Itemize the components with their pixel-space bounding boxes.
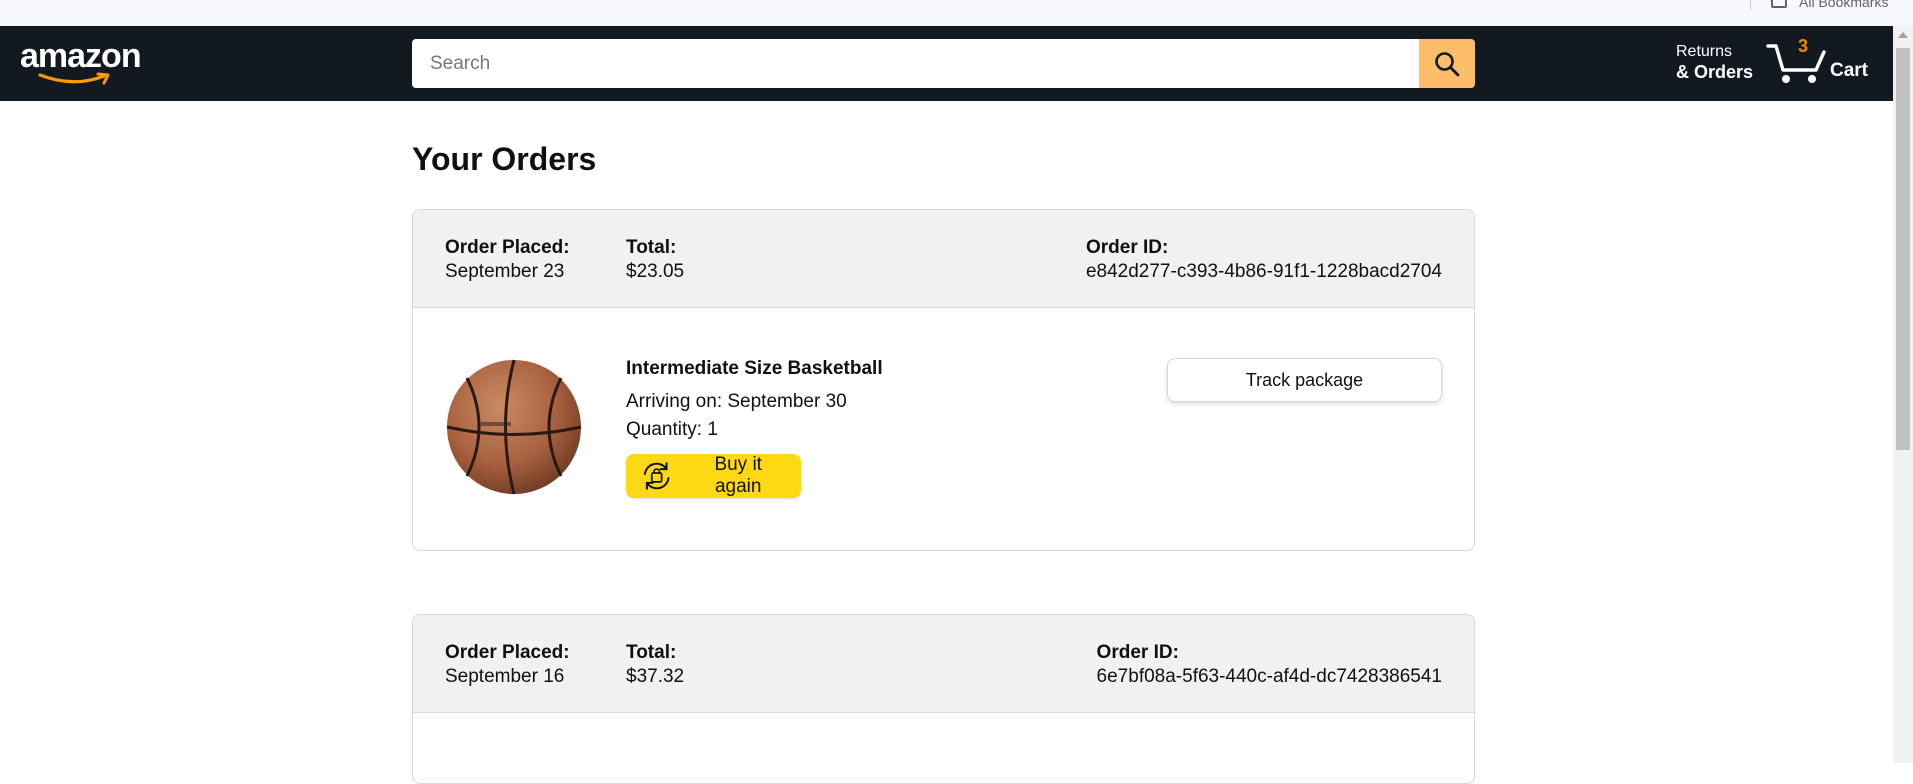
order-id-label: Order ID:: [1085, 237, 1169, 258]
order-placed-date: September 16: [445, 666, 565, 687]
order-header: Order Placed: September 23 Total: $23.05…: [413, 210, 1474, 308]
order-placed: Order Placed: September 16: [445, 641, 570, 689]
order-placed: Order Placed: September 23: [445, 236, 570, 284]
order-total-label: Total:: [626, 642, 677, 663]
order-header: Order Placed: September 16 Total: $37.32…: [413, 615, 1474, 713]
order-id: Order ID: e842d277-c393-4b86-91f1-1228ba…: [1086, 236, 1442, 284]
page-scrollbar[interactable]: [1893, 26, 1913, 763]
quantity: Quantity: 1: [626, 419, 718, 440]
order-card: Order Placed: September 23 Total: $23.05…: [412, 209, 1475, 551]
search-bar: [412, 39, 1475, 88]
search-input[interactable]: [412, 39, 1419, 88]
bookmarks-bar: All Bookmarks: [0, 0, 1913, 26]
order-total-value: $37.32: [626, 666, 685, 687]
page-title: Your Orders: [412, 141, 597, 177]
buy-again-label: Buy it again: [714, 454, 762, 497]
cart-icon: [1766, 44, 1826, 83]
order-total-value: $23.05: [626, 261, 685, 282]
amazon-logo[interactable]: amazon: [20, 37, 150, 85]
order-placed-label: Order Placed:: [445, 237, 570, 258]
returns-and-orders-link[interactable]: Returns & Orders: [1676, 42, 1753, 82]
cart-count-badge: 3: [1798, 36, 1809, 56]
orders-label: & Orders: [1676, 62, 1754, 82]
scroll-up-arrow-icon[interactable]: [1898, 32, 1908, 38]
product-name-link[interactable]: Intermediate Size Basketball: [626, 358, 883, 380]
basketball-image[interactable]: [445, 358, 583, 496]
all-bookmarks-label: All Bookmarks: [1799, 0, 1889, 10]
search-button[interactable]: [1419, 39, 1475, 88]
all-bookmarks-button[interactable]: All Bookmarks: [1771, 0, 1888, 10]
bookmarks-separator: [1750, 0, 1751, 10]
order-id: Order ID: 6e7bf08a-5f63-440c-af4d-dc7428…: [1097, 641, 1442, 689]
buy-again-button[interactable]: Buy it again: [626, 454, 801, 498]
arrival-date: Arriving on: September 30: [626, 391, 847, 412]
track-package-button[interactable]: Track package: [1167, 358, 1442, 402]
search-icon: [1435, 51, 1460, 76]
order-id-label: Order ID:: [1096, 642, 1179, 663]
order-id-value: 6e7bf08a-5f63-440c-af4d-dc7428386541: [1096, 666, 1442, 687]
cart-link[interactable]: 3 Cart: [1766, 36, 1886, 88]
order-total: Total: $23.05: [626, 236, 684, 284]
order-placed-date: September 23: [445, 261, 565, 282]
order-id-value: e842d277-c393-4b86-91f1-1228bacd2704: [1085, 261, 1442, 282]
logo-text: amazon: [20, 37, 142, 75]
top-navigation-bar: amazon Returns & Orders 3 Cart: [0, 26, 1893, 101]
order-card: Order Placed: September 16 Total: $37.32…: [412, 614, 1475, 784]
order-body: Intermediate Size Basketball Arriving on…: [413, 308, 1474, 550]
returns-label: Returns: [1676, 43, 1733, 60]
folder-icon: [1771, 0, 1787, 8]
buy-again-icon: [643, 462, 670, 490]
cart-label: Cart: [1830, 60, 1869, 81]
smile-arrow-icon: [38, 72, 110, 85]
product-info: Intermediate Size Basketball Arriving on…: [626, 358, 883, 498]
order-placed-label: Order Placed:: [445, 642, 570, 663]
order-total: Total: $37.32: [626, 641, 684, 689]
scrollbar-thumb[interactable]: [1896, 48, 1910, 450]
order-total-label: Total:: [626, 237, 677, 258]
